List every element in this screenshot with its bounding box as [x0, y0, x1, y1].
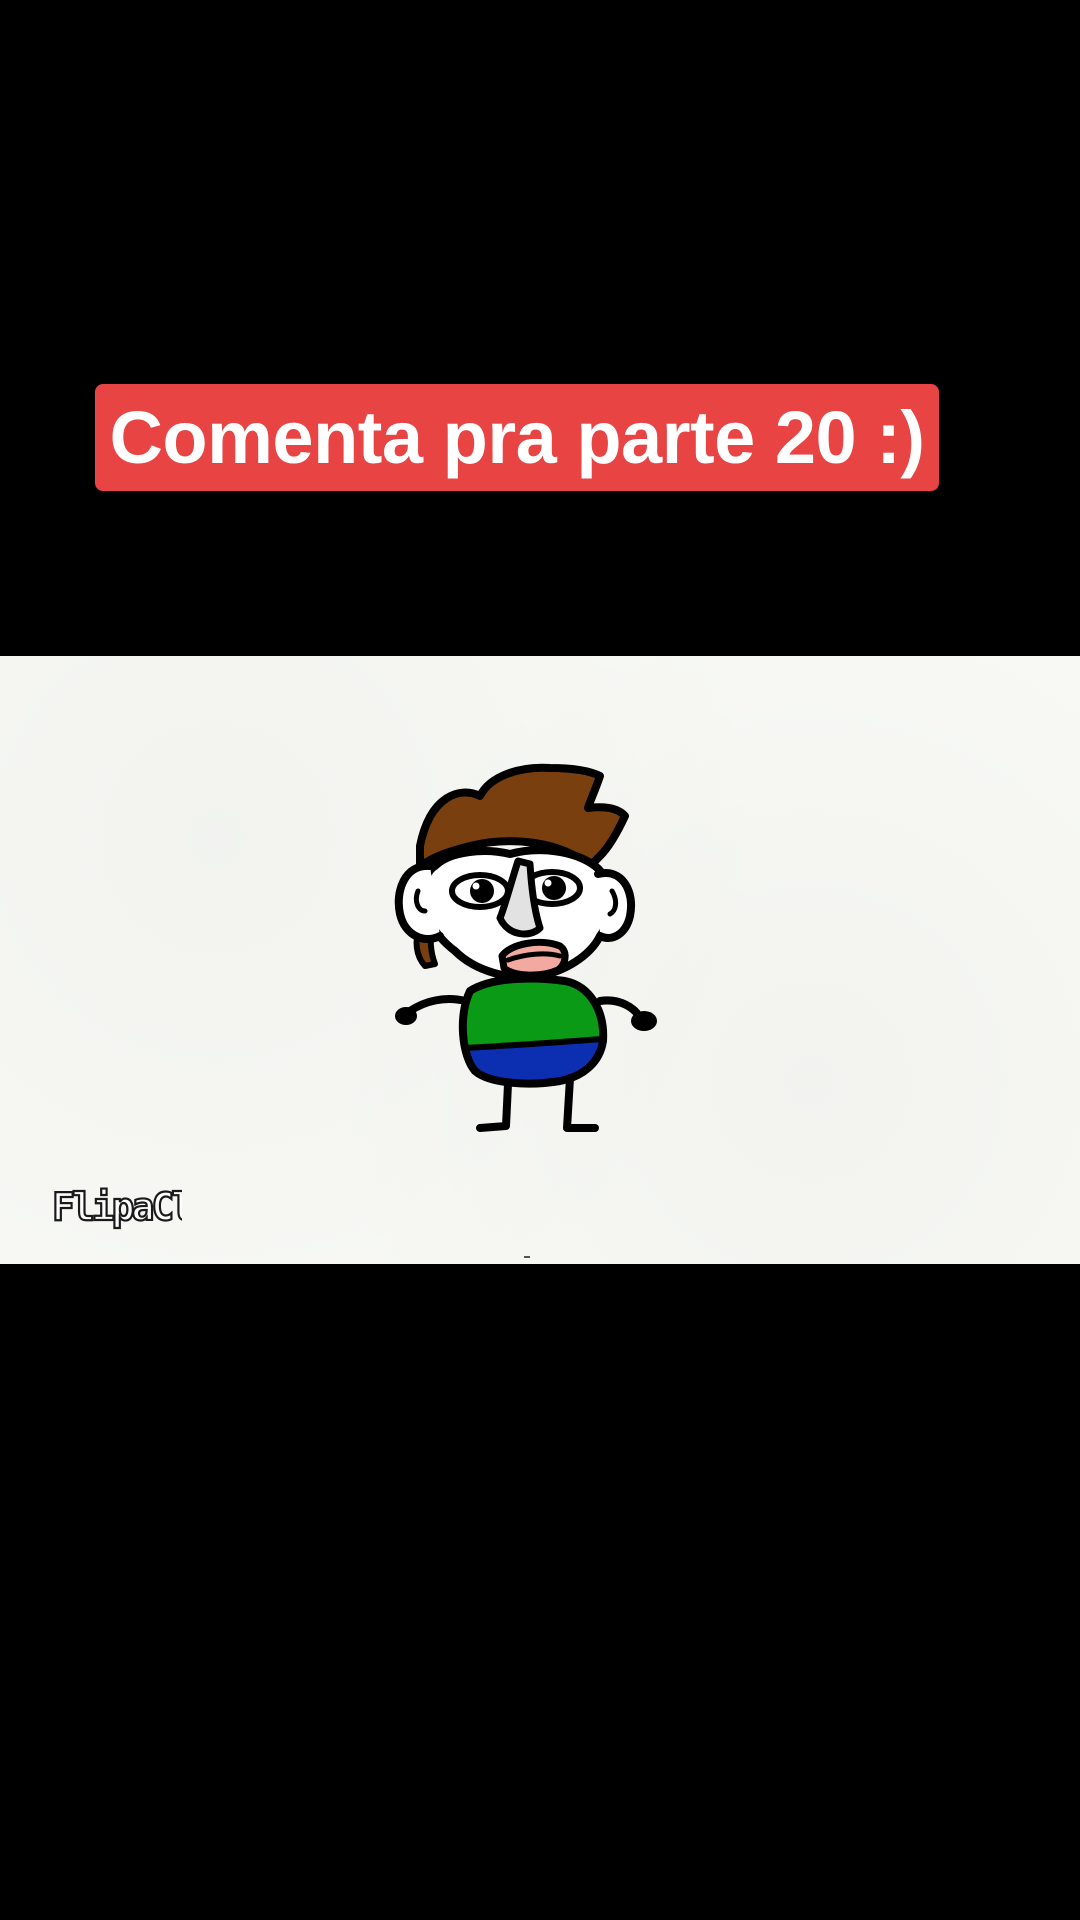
flipaclip-watermark: FlipaClip [52, 1184, 182, 1230]
video-frame[interactable]: FlipaClip [0, 656, 1080, 1264]
cartoon-character [394, 763, 657, 1132]
video-progress-indicator [524, 1256, 530, 1258]
caption-banner: Comenta pra parte 20 :) [95, 384, 939, 491]
character-left-leg [476, 1080, 512, 1132]
character-right-leg [563, 1074, 599, 1132]
video-screen[interactable]: Comenta pra parte 20 :) FlipaC [0, 0, 1080, 1920]
caption-text: Comenta pra parte 20 :) [109, 396, 925, 479]
watermark-text: FlipaClip [52, 1185, 182, 1229]
character-left-arm [406, 995, 469, 1015]
